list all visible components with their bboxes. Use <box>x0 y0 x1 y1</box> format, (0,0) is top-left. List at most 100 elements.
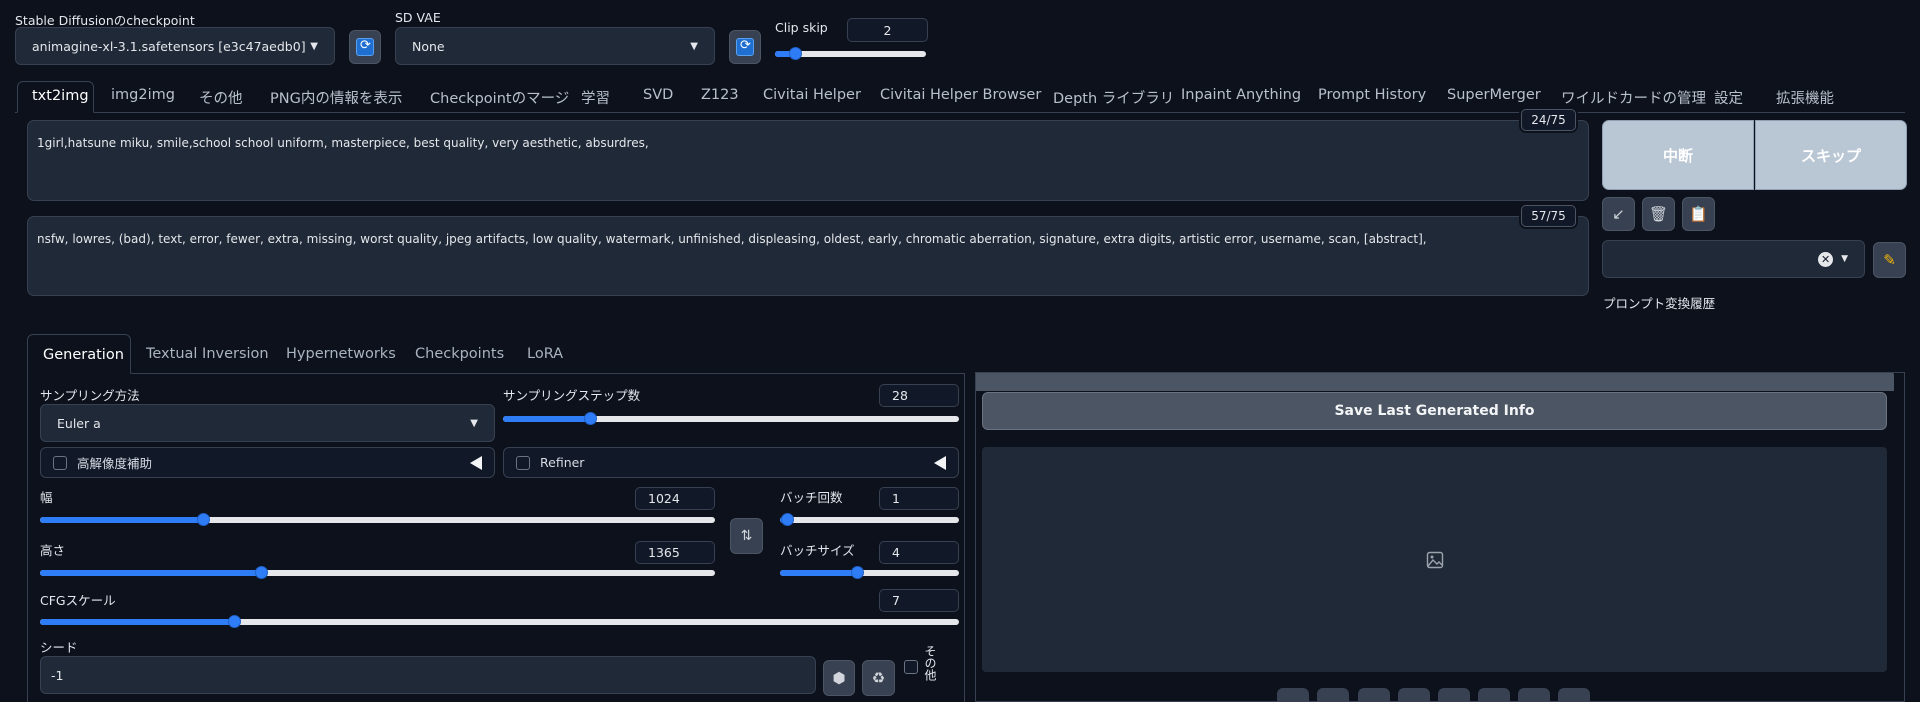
width-input[interactable]: 1024 <box>635 487 715 510</box>
extra-seed-checkbox[interactable] <box>904 660 918 674</box>
refresh-vae-button[interactable] <box>729 30 761 64</box>
collapse-triangle-icon[interactable] <box>470 455 482 470</box>
refresh-icon <box>736 38 754 56</box>
negative-prompt-text: nsfw, lowres, (bad), text, error, fewer,… <box>37 232 1427 246</box>
random-seed-button[interactable]: ⬢ <box>823 660 855 696</box>
edit-style-button[interactable]: ✎ <box>1873 242 1906 278</box>
batch-size-slider[interactable] <box>780 570 959 576</box>
clipboard-icon: 📋 <box>1689 205 1708 223</box>
tab-depth-library[interactable]: Depth ライブラリ <box>1053 87 1174 108</box>
positive-token-counter: 24/75 <box>1521 109 1576 131</box>
tab-other[interactable]: その他 <box>199 87 243 108</box>
tab-txt2img[interactable]: txt2img <box>17 81 94 113</box>
positive-prompt-textarea[interactable]: 1girl,hatsune miku, smile,school school … <box>27 120 1589 201</box>
chevron-down-icon: ▼ <box>690 40 698 52</box>
cfg-thumb[interactable] <box>228 615 241 628</box>
refiner-checkbox[interactable] <box>516 455 530 470</box>
swap-dimensions-button[interactable]: ⇅ <box>730 518 763 554</box>
seed-value: -1 <box>51 667 64 683</box>
refiner-label: Refiner <box>540 455 585 470</box>
tab-hypernetworks[interactable]: Hypernetworks <box>286 346 396 362</box>
hires-fix-accordion[interactable]: 高解像度補助 <box>40 447 495 478</box>
extra-button[interactable] <box>1558 688 1590 702</box>
height-label: 高さ <box>40 543 66 558</box>
steps-slider[interactable] <box>503 416 959 422</box>
pencil-icon: ✎ <box>1883 251 1896 269</box>
height-thumb[interactable] <box>255 566 268 579</box>
collapse-triangle-icon[interactable] <box>934 455 946 470</box>
tab-wildcards[interactable]: ワイルドカードの管理 <box>1561 87 1706 108</box>
tab-prompt-history[interactable]: Prompt History <box>1318 87 1426 103</box>
tab-checkpoint-merge[interactable]: Checkpointのマージ <box>430 87 569 108</box>
tab-checkpoints[interactable]: Checkpoints <box>415 346 504 362</box>
tab-inpaint-anything[interactable]: Inpaint Anything <box>1181 87 1301 103</box>
clear-prompt-button[interactable]: 🗑 <box>1642 197 1675 231</box>
checkpoint-value: animagine-xl-3.1.safetensors [e3c47aedb0… <box>32 38 306 54</box>
style-dropdown[interactable]: ✕ ▼ <box>1602 240 1865 278</box>
height-input[interactable]: 1365 <box>635 541 715 564</box>
height-slider[interactable] <box>40 570 715 576</box>
tab-extensions[interactable]: 拡張機能 <box>1776 87 1834 108</box>
save-button[interactable] <box>1317 688 1349 702</box>
seed-label: シード <box>40 640 78 655</box>
sampler-dropdown[interactable]: Euler a ▼ <box>40 404 495 442</box>
steps-input[interactable]: 28 <box>879 384 959 407</box>
prompt-history-label: プロンプト変換履歴 <box>1603 296 1716 311</box>
seed-input[interactable]: -1 <box>40 656 816 694</box>
steps-label: サンプリングステップ数 <box>503 388 641 403</box>
clip-skip-input[interactable]: 2 <box>847 18 928 42</box>
chevron-down-icon: ▼ <box>1841 254 1848 264</box>
width-slider[interactable] <box>40 517 715 523</box>
clear-icon[interactable]: ✕ <box>1818 251 1834 267</box>
cfg-slider[interactable] <box>40 619 959 625</box>
batch-count-thumb[interactable] <box>781 513 794 526</box>
batch-count-input[interactable]: 1 <box>879 487 959 510</box>
cfg-input[interactable]: 7 <box>879 589 959 612</box>
chevron-down-icon: ▼ <box>470 417 478 429</box>
tab-supermerger[interactable]: SuperMerger <box>1447 87 1541 103</box>
paste-button[interactable]: 📋 <box>1682 197 1715 231</box>
batch-size-thumb[interactable] <box>851 566 864 579</box>
tab-img2img[interactable]: img2img <box>111 87 175 103</box>
image-gallery <box>982 447 1887 672</box>
open-folder-button[interactable] <box>1277 688 1309 702</box>
refresh-checkpoint-button[interactable] <box>349 30 381 64</box>
save-last-generated-info-button[interactable]: Save Last Generated Info <box>982 392 1887 430</box>
tab-png-info[interactable]: PNG内の情報を表示 <box>270 87 402 108</box>
read-params-button[interactable]: ↙ <box>1602 197 1635 231</box>
checkpoint-dropdown[interactable]: animagine-xl-3.1.safetensors [e3c47aedb0… <box>15 27 335 65</box>
vae-dropdown[interactable]: None ▼ <box>395 27 715 65</box>
batch-size-input[interactable]: 4 <box>879 541 959 564</box>
zip-button[interactable] <box>1358 688 1390 702</box>
tab-textual-inversion[interactable]: Textual Inversion <box>146 346 269 362</box>
negative-token-counter: 57/75 <box>1521 205 1576 227</box>
dice-icon: ⬢ <box>832 669 846 687</box>
tab-civitai-helper[interactable]: Civitai Helper <box>763 87 861 103</box>
send-to-inpaint-button[interactable] <box>1438 688 1470 702</box>
tab-svd[interactable]: SVD <box>643 87 673 103</box>
tab-train[interactable]: 学習 <box>581 87 610 108</box>
vae-label: SD VAE <box>395 10 441 25</box>
width-thumb[interactable] <box>197 513 210 526</box>
hires-fix-checkbox[interactable] <box>53 455 67 470</box>
reuse-seed-button[interactable]: ♻ <box>862 660 895 696</box>
skip-button[interactable]: スキップ <box>1755 120 1907 190</box>
refiner-accordion[interactable]: Refiner <box>503 447 959 478</box>
interrupt-button[interactable]: 中断 <box>1602 120 1754 190</box>
send-to-extras-button[interactable] <box>1478 688 1510 702</box>
refresh-icon <box>356 38 374 56</box>
tab-civitai-helper-browser[interactable]: Civitai Helper Browser <box>880 87 1041 103</box>
batch-size-label: バッチサイズ <box>780 543 855 558</box>
tab-z123[interactable]: Z123 <box>701 87 739 103</box>
tab-generation[interactable]: Generation <box>27 334 131 374</box>
send-to-img2img-button[interactable] <box>1398 688 1430 702</box>
tab-settings[interactable]: 設定 <box>1714 87 1743 108</box>
video-button[interactable] <box>1518 688 1550 702</box>
recycle-icon: ♻ <box>871 669 886 687</box>
clip-skip-thumb[interactable] <box>789 47 802 60</box>
batch-count-slider[interactable] <box>780 517 959 523</box>
negative-prompt-textarea[interactable]: nsfw, lowres, (bad), text, error, fewer,… <box>27 216 1589 296</box>
steps-thumb[interactable] <box>584 412 597 425</box>
cfg-label: CFGスケール <box>40 593 116 608</box>
tab-lora[interactable]: LoRA <box>527 346 563 362</box>
